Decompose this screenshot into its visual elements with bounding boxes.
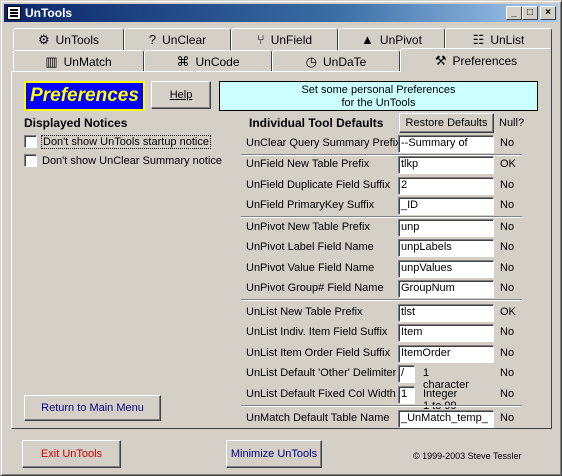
maximize-window-button[interactable]: □: [522, 6, 538, 20]
group-divider: [241, 216, 522, 218]
null-indicator: OK: [500, 306, 516, 318]
null-indicator: OK: [500, 158, 516, 170]
field-label: UnList New Table Prefix: [246, 306, 363, 318]
tab-unclear[interactable]: ? UnClear: [124, 28, 231, 50]
null-indicator: No: [500, 412, 515, 424]
return-main-menu-button[interactable]: Return to Main Menu: [24, 395, 161, 421]
startup-notice-label: Don't show UnTools startup notice: [41, 134, 211, 149]
unfield-primarykey-suffix-input[interactable]: _ID: [398, 197, 494, 215]
copyright-text: © 1999-2003 Steve Tessler: [413, 451, 522, 461]
startup-notice-checkbox[interactable]: [24, 135, 37, 148]
null-indicator: No: [500, 326, 515, 338]
field-label: UnField Duplicate Field Suffix: [246, 179, 391, 191]
list-icon: ☷: [472, 31, 485, 47]
unlist-item-suffix-input[interactable]: Item: [398, 324, 494, 342]
tab-label: UnCode: [195, 54, 240, 69]
null-indicator: No: [500, 221, 515, 233]
tab-unlist[interactable]: ☷ UnList: [445, 28, 552, 50]
summary-notice-checkbox[interactable]: [24, 154, 37, 167]
field-label: UnPivot Label Field Name: [246, 241, 374, 253]
info-box: Set some personal Preferences for the Un…: [219, 81, 538, 111]
defaults-heading: Individual Tool Defaults: [249, 116, 384, 130]
col-width-hint: Integer 1 to 99: [423, 388, 458, 412]
notice-item-summary[interactable]: Don't show UnClear Summary notice: [24, 154, 222, 167]
question-mark-icon: ?: [148, 32, 157, 47]
field-label: UnPivot Group# Field Name: [246, 282, 384, 294]
pivot-icon: ▲: [361, 32, 374, 47]
tab-uncode[interactable]: ⌘ UnCode: [144, 50, 272, 72]
unfield-duplicate-suffix-input[interactable]: 2: [398, 177, 494, 195]
unlist-col-width-input[interactable]: 1: [398, 386, 415, 404]
app-icon: [7, 6, 21, 20]
info-line-1: Set some personal Preferences: [301, 84, 456, 96]
notice-item-startup[interactable]: Don't show UnTools startup notice: [24, 134, 211, 149]
tools-icon: ⚒: [434, 52, 447, 68]
tab-label: UnClear: [162, 32, 207, 47]
tab-label: UnTools: [55, 32, 99, 47]
summary-notice-label: Don't show UnClear Summary notice: [42, 154, 223, 167]
group-divider: [241, 405, 522, 407]
hierarchy-icon: ⌘: [176, 53, 190, 69]
tab-unmatch[interactable]: ▥ UnMatch: [13, 50, 144, 72]
null-indicator: No: [500, 199, 515, 211]
tab-unfield[interactable]: ⑂ UnField: [231, 28, 338, 50]
notices-heading: Displayed Notices: [24, 116, 128, 130]
close-window-button[interactable]: ×: [540, 6, 556, 20]
null-indicator: No: [500, 241, 515, 253]
tab-undate[interactable]: ◷ UnDaTe: [272, 50, 400, 72]
tab-label: UnDaTe: [322, 54, 367, 69]
tab-label: UnMatch: [63, 54, 112, 69]
info-line-2: for the UnTools: [341, 97, 416, 109]
field-label: UnList Item Order Field Suffix: [246, 347, 391, 359]
null-indicator: No: [500, 137, 515, 149]
tab-label: Preferences: [452, 53, 518, 68]
field-label: UnList Default 'Other' Delimiter: [246, 367, 397, 379]
gear-icon: ⚙: [37, 31, 50, 47]
exit-untools-button[interactable]: Exit UnTools: [22, 440, 121, 468]
help-button[interactable]: Help: [151, 81, 211, 109]
clock-icon: ◷: [305, 53, 317, 69]
null-indicator: No: [500, 282, 515, 294]
restore-defaults-button[interactable]: Restore Defaults: [399, 113, 494, 133]
field-label: UnPivot Value Field Name: [246, 262, 375, 274]
null-column-header: Null?: [499, 117, 525, 129]
field-label: UnPivot New Table Prefix: [246, 221, 370, 233]
field-label: UnMatch Default Table Name: [246, 412, 390, 424]
tab-preferences[interactable]: ⚒ Preferences: [400, 48, 552, 72]
tab-label: UnList: [490, 32, 525, 47]
book-icon: ▥: [45, 53, 58, 69]
null-indicator: No: [500, 262, 515, 274]
null-indicator: No: [500, 388, 515, 400]
field-label: UnClear Query Summary Prefix: [246, 137, 401, 149]
minimize-window-button[interactable]: _: [506, 6, 522, 20]
group-divider: [241, 299, 522, 301]
unmatch-table-name-input[interactable]: _UnMatch_temp_: [398, 410, 494, 428]
tab-untools[interactable]: ⚙ UnTools: [13, 28, 124, 50]
unpivot-value-field-input[interactable]: unpValues: [398, 260, 494, 278]
window-title: UnTools: [25, 6, 73, 20]
fork-icon: ⑂: [256, 32, 265, 47]
unlist-table-prefix-input[interactable]: tlst: [398, 304, 494, 322]
tab-label: UnPivot: [379, 32, 422, 47]
unclear-summary-prefix-input[interactable]: --Summary of: [398, 135, 494, 153]
title-bar[interactable]: UnTools _ □ ×: [4, 4, 558, 22]
unfield-table-prefix-input[interactable]: tlkp: [398, 156, 494, 174]
unlist-delimiter-input[interactable]: /: [398, 365, 415, 383]
tab-label: UnField: [270, 32, 313, 47]
tab-unpivot[interactable]: ▲ UnPivot: [338, 28, 445, 50]
null-indicator: No: [500, 347, 515, 359]
unlist-item-order-suffix-input[interactable]: ItemOrder: [398, 345, 494, 363]
minimize-untools-button[interactable]: Minimize UnTools: [226, 440, 322, 468]
null-indicator: No: [500, 179, 515, 191]
unpivot-table-prefix-input[interactable]: unp: [398, 219, 494, 237]
field-label: UnField New Table Prefix: [246, 158, 370, 170]
unpivot-label-field-input[interactable]: unpLabels: [398, 239, 494, 257]
null-indicator: No: [500, 367, 515, 379]
unpivot-group-field-input[interactable]: GroupNum: [398, 280, 494, 298]
field-label: UnList Indiv. Item Field Suffix: [246, 326, 388, 338]
preferences-banner: Preferences: [24, 81, 145, 111]
field-label: UnList Default Fixed Col Width: [246, 388, 396, 400]
field-label: UnField PrimaryKey Suffix: [246, 199, 375, 211]
